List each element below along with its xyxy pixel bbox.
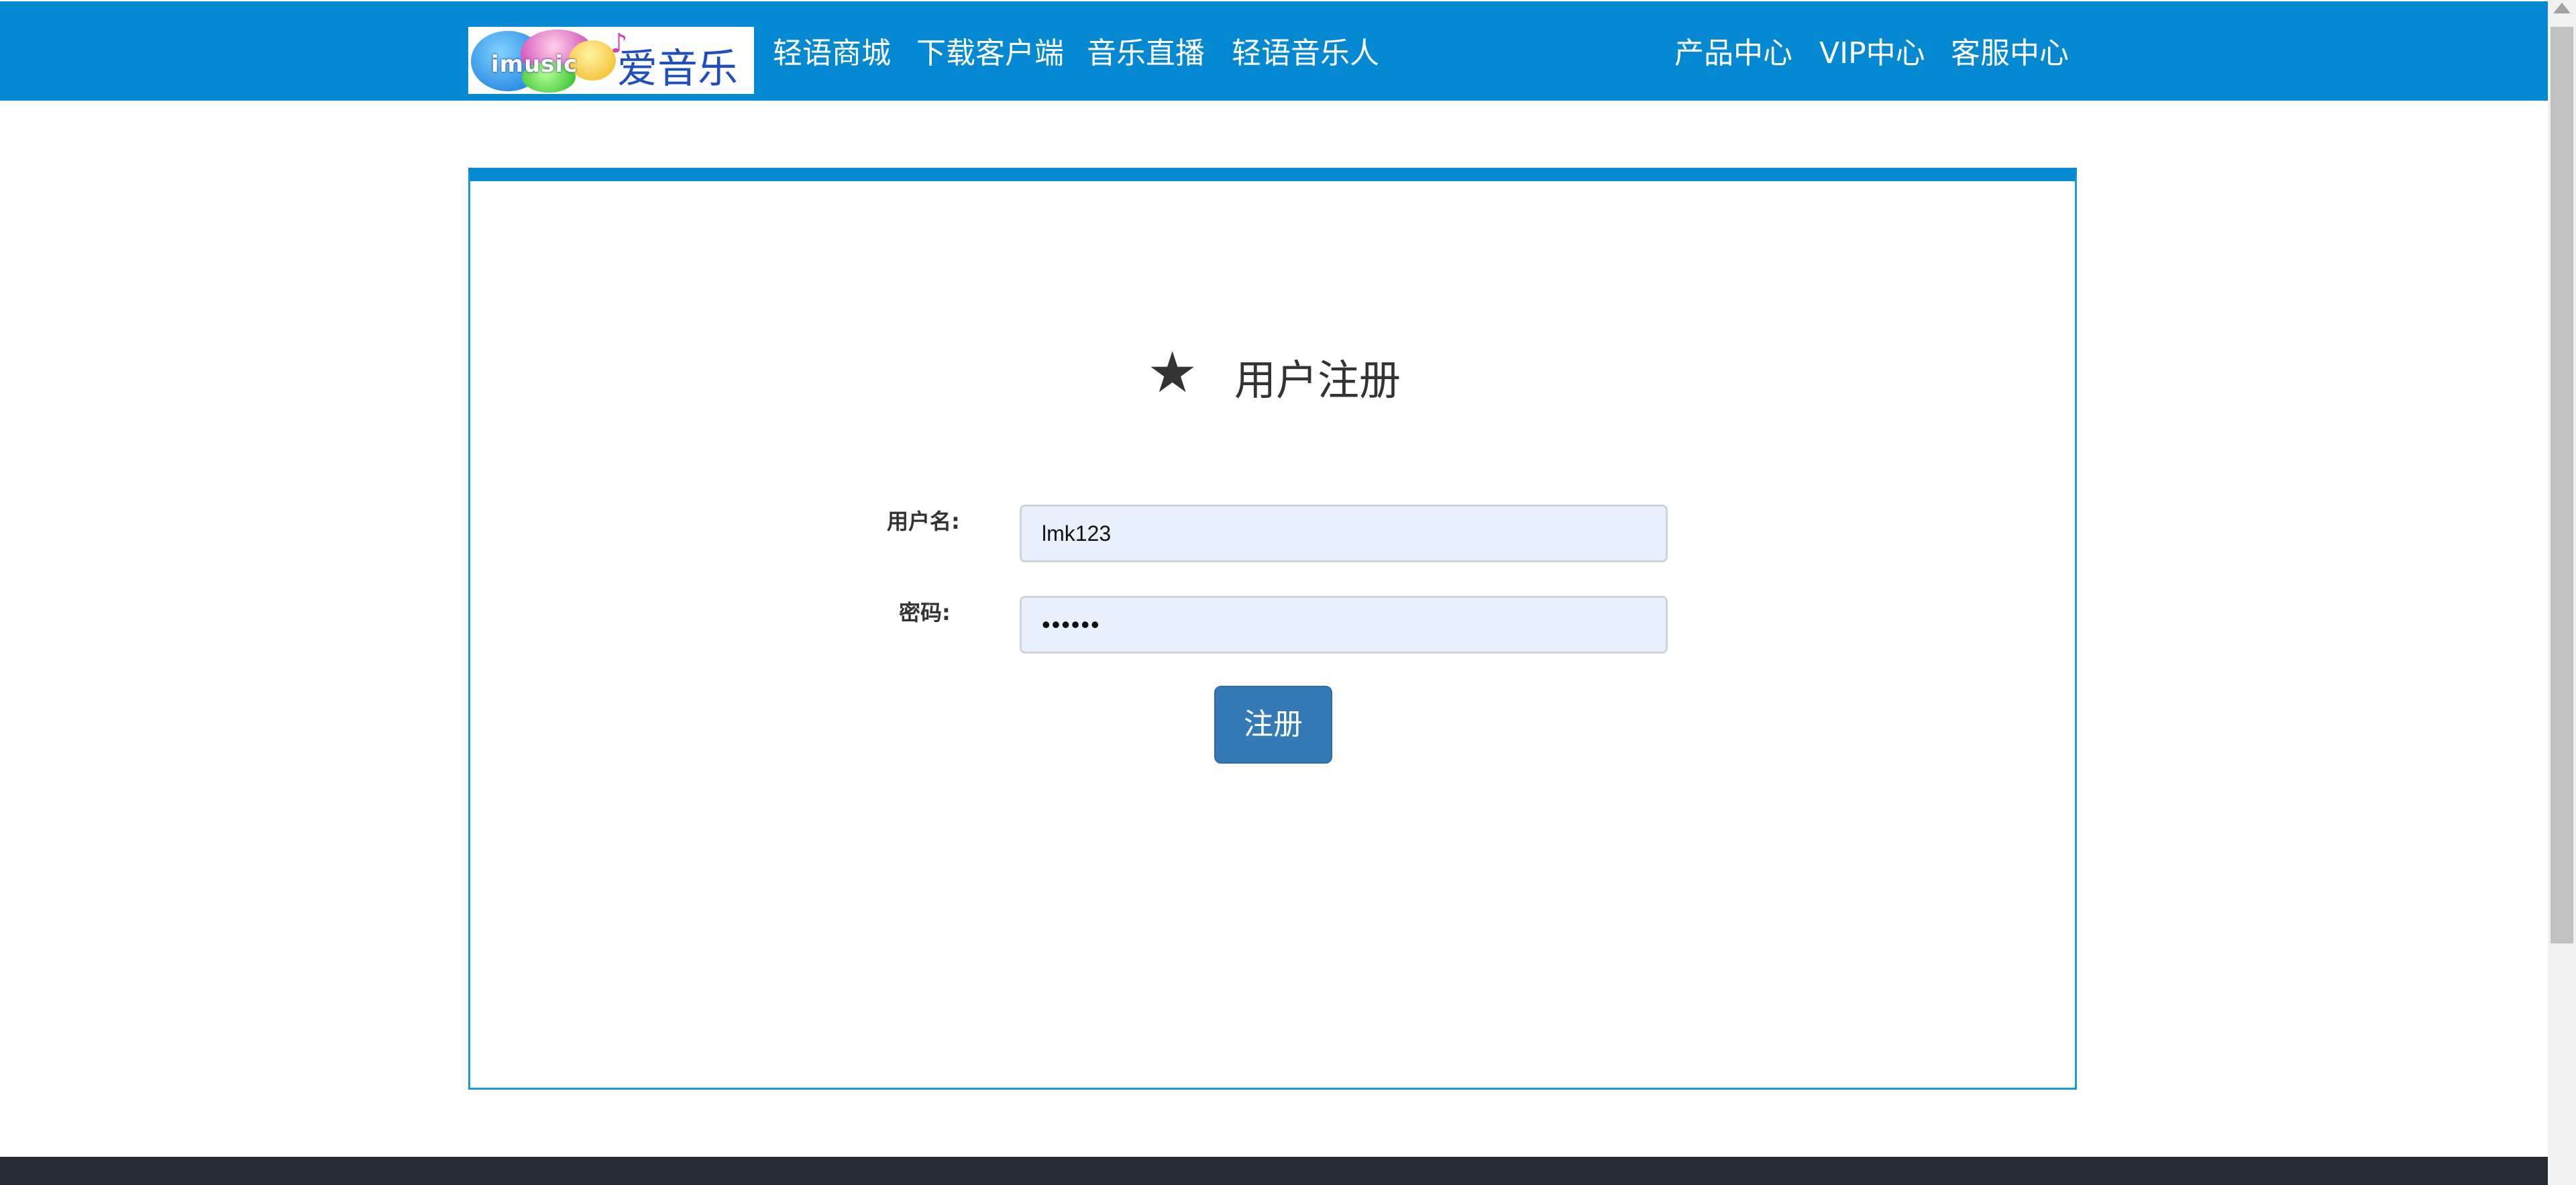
password-label: 密码: bbox=[899, 600, 951, 625]
logo-name: 爱音乐 bbox=[617, 46, 738, 93]
username-label: 用户名: bbox=[887, 509, 960, 534]
logo-mark: imusic bbox=[491, 51, 578, 78]
site-logo[interactable]: imusic ♪ 爱音乐 bbox=[468, 27, 754, 94]
username-input[interactable] bbox=[1020, 505, 1668, 562]
footer-bar bbox=[0, 1157, 2548, 1185]
nav-link-musician[interactable]: 轻语音乐人 bbox=[1232, 34, 1379, 74]
scroll-up-arrow-icon[interactable] bbox=[2553, 3, 2571, 13]
nav-link-download-client[interactable]: 下载客户端 bbox=[916, 34, 1064, 74]
password-input[interactable]: •••••• bbox=[1020, 596, 1668, 654]
nav-link-mall[interactable]: 轻语商城 bbox=[773, 34, 891, 74]
register-button[interactable]: 注册 bbox=[1214, 686, 1332, 764]
nav-link-live[interactable]: 音乐直播 bbox=[1087, 34, 1205, 74]
scroll-thumb[interactable] bbox=[2551, 27, 2573, 943]
register-heading: ★ 用户注册 bbox=[1147, 339, 1483, 406]
page-title: 用户注册 bbox=[1234, 356, 1401, 405]
nav-link-vip[interactable]: VIP中心 bbox=[1819, 34, 1925, 74]
nav-link-service[interactable]: 客服中心 bbox=[1951, 34, 2069, 74]
star-icon: ★ bbox=[1147, 340, 1198, 405]
nav-link-products[interactable]: 产品中心 bbox=[1674, 34, 1792, 74]
page-scrollbar[interactable] bbox=[2548, 0, 2576, 1185]
